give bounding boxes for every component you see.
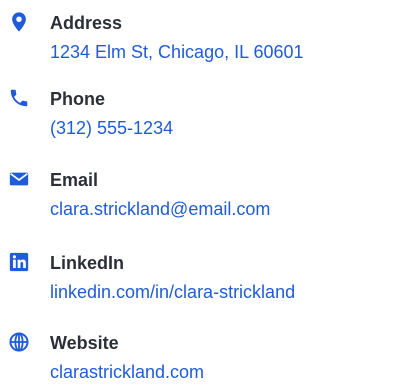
- phone-icon: [8, 87, 30, 109]
- contact-label-address: Address: [50, 13, 123, 33]
- contact-item-address: Address 1234 Elm St, Chicago, IL 60601: [0, 7, 393, 67]
- address-value: 1234 Elm St, Chicago, IL 60601: [50, 42, 304, 62]
- phone-link[interactable]: (312) 555-1234: [50, 117, 173, 139]
- contact-item-linkedin: LinkedIn linkedin.com/in/clara-stricklan…: [0, 247, 393, 307]
- location-pin-icon: [8, 11, 30, 33]
- contact-label-email: Email: [50, 170, 99, 190]
- contact-label-phone: Phone: [50, 89, 106, 109]
- contact-label-linkedin: LinkedIn: [50, 253, 125, 273]
- contact-item-email: Email clara.strickland@email.com: [0, 164, 393, 224]
- contact-item-phone: Phone (312) 555-1234: [0, 83, 393, 143]
- linkedin-link[interactable]: linkedin.com/in/clara-strickland: [50, 281, 295, 303]
- website-link[interactable]: clarastrickland.com: [50, 361, 204, 383]
- contact-label-website: Website: [50, 333, 119, 353]
- contact-list: Address 1234 Elm St, Chicago, IL 60601 P…: [0, 0, 393, 387]
- envelope-icon: [8, 168, 30, 190]
- contact-item-website: Website clarastrickland.com: [0, 327, 393, 387]
- email-link[interactable]: clara.strickland@email.com: [50, 198, 270, 220]
- globe-icon: [8, 331, 30, 353]
- linkedin-icon: [8, 251, 30, 273]
